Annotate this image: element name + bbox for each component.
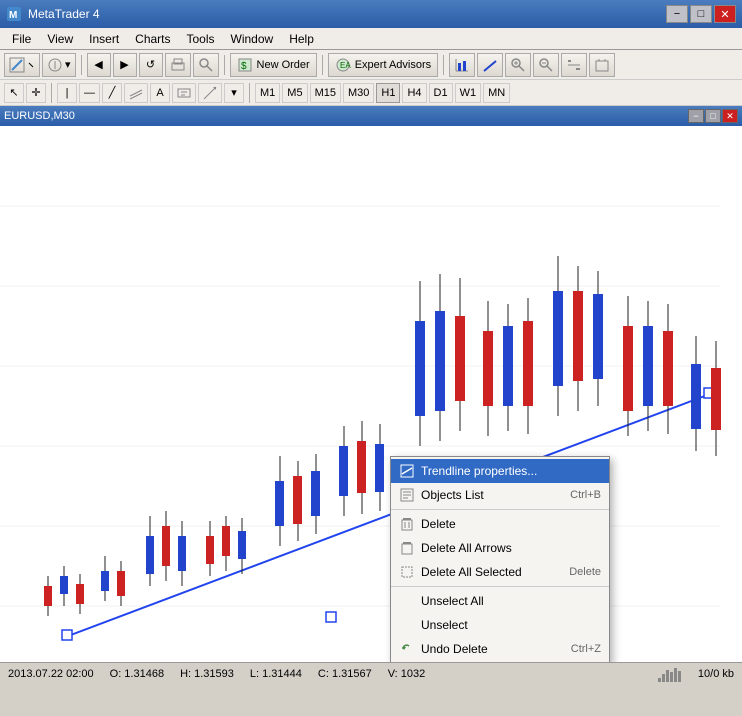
menu-insert[interactable]: Insert — [81, 30, 127, 48]
delete-selected-icon — [399, 564, 415, 580]
tf-h4[interactable]: H4 — [402, 83, 426, 103]
expert-advisors-button[interactable]: EA Expert Advisors — [328, 53, 438, 77]
toolbar-forward[interactable]: ▶ — [113, 53, 137, 77]
tool-text[interactable]: A — [150, 83, 170, 103]
ctx-delete-all-arrows[interactable]: Delete All Arrows — [391, 536, 609, 560]
ctx-sep-2 — [391, 586, 609, 587]
minimize-button[interactable]: − — [666, 5, 688, 23]
tf-w1[interactable]: W1 — [455, 83, 482, 103]
menu-file[interactable]: File — [4, 30, 39, 48]
status-open: O: 1.31468 — [110, 668, 164, 680]
menu-view[interactable]: View — [39, 30, 81, 48]
undo-icon — [399, 641, 415, 657]
toolbar-zoom[interactable] — [193, 53, 219, 77]
status-filesize: 10/0 kb — [698, 668, 734, 680]
close-button[interactable]: ✕ — [714, 5, 736, 23]
menu-window[interactable]: Window — [223, 30, 282, 48]
toolbar-sep-4 — [443, 55, 444, 75]
tool-trendline[interactable]: ╱ — [102, 83, 122, 103]
tf-sep-2 — [249, 83, 250, 103]
ctx-trendline-properties[interactable]: Trendline properties... — [391, 459, 609, 483]
title-bar-controls: − □ ✕ — [666, 5, 736, 23]
tool-crosshair[interactable]: ✛ — [26, 83, 46, 103]
toolbar-zoom-in[interactable] — [505, 53, 531, 77]
svg-text:$: $ — [241, 61, 247, 72]
svg-text:M: M — [9, 10, 17, 21]
toolbar-sep-3 — [322, 55, 323, 75]
toolbar-print[interactable] — [165, 53, 191, 77]
tf-toolbar: ↖ ✛ | — ╱ A ▾ M1 M5 M15 M30 H1 H4 D1 W1 … — [0, 80, 742, 106]
toolbar-chart-2[interactable] — [477, 53, 503, 77]
tf-m5[interactable]: M5 — [282, 83, 307, 103]
inner-close[interactable]: ✕ — [722, 109, 738, 123]
chart-svg — [0, 126, 742, 662]
new-order-button[interactable]: $ New Order — [230, 53, 317, 77]
inner-window-label: EURUSD,M30 — [4, 110, 75, 122]
tf-d1[interactable]: D1 — [429, 83, 453, 103]
tf-h1[interactable]: H1 — [376, 83, 400, 103]
toolbar-btn-2[interactable]: ▾ — [42, 53, 76, 77]
tf-m15[interactable]: M15 — [310, 83, 341, 103]
menu-help[interactable]: Help — [281, 30, 322, 48]
tool-color[interactable]: ▾ — [224, 83, 244, 103]
tool-vline[interactable]: | — [57, 83, 77, 103]
status-low: L: 1.31444 — [250, 668, 302, 680]
tool-label[interactable] — [172, 83, 196, 103]
chart-icon — [399, 463, 415, 479]
tf-sep-1 — [51, 83, 52, 103]
ctx-sep-1 — [391, 509, 609, 510]
toolbar-zoom-out[interactable] — [533, 53, 559, 77]
chart-area[interactable]: Trendline properties... Objects List Ctr… — [0, 126, 742, 662]
toolbar-template[interactable] — [589, 53, 615, 77]
title-bar-left: M MetaTrader 4 — [6, 6, 100, 22]
title-bar: M MetaTrader 4 − □ ✕ — [0, 0, 742, 28]
delete-arrows-icon — [399, 540, 415, 556]
tool-cursor[interactable]: ↖ — [4, 83, 24, 103]
menu-charts[interactable]: Charts — [127, 30, 178, 48]
toolbar-back[interactable]: ◀ — [87, 53, 111, 77]
inner-minimize[interactable]: − — [688, 109, 704, 123]
ctx-unselect-all[interactable]: Unselect All — [391, 589, 609, 613]
main-toolbar: ▾ ◀ ▶ ↺ $ New Order EA Expert Advisors — [0, 50, 742, 80]
status-volume: V: 1032 — [388, 668, 426, 680]
ctx-undo-delete[interactable]: Undo Delete Ctrl+Z — [391, 637, 609, 661]
ctx-unselect[interactable]: Unselect — [391, 613, 609, 637]
app-icon: M — [6, 6, 22, 22]
maximize-button[interactable]: □ — [690, 5, 712, 23]
volume-icon — [658, 666, 682, 682]
menu-tools[interactable]: Tools — [179, 30, 223, 48]
toolbar-chart-1[interactable] — [449, 53, 475, 77]
inner-window-title: EURUSD,M30 − □ ✕ — [0, 106, 742, 126]
unselect-icon — [399, 617, 415, 633]
toolbar-sep-1 — [81, 55, 82, 75]
delete-icon — [399, 516, 415, 532]
toolbar-period-sep[interactable] — [561, 53, 587, 77]
title-bar-text: MetaTrader 4 — [28, 7, 100, 21]
svg-text:EA: EA — [340, 61, 351, 70]
inner-window-controls: − □ ✕ — [688, 109, 738, 123]
tf-m1[interactable]: M1 — [255, 83, 280, 103]
tf-m30[interactable]: M30 — [343, 83, 374, 103]
tool-channel[interactable] — [124, 83, 148, 103]
tool-arrow[interactable] — [198, 83, 222, 103]
toolbar-btn-1[interactable] — [4, 53, 40, 77]
inner-restore[interactable]: □ — [705, 109, 721, 123]
status-close: C: 1.31567 — [318, 668, 372, 680]
menu-bar: File View Insert Charts Tools Window Hel… — [0, 28, 742, 50]
status-bar: 2013.07.22 02:00 O: 1.31468 H: 1.31593 L… — [0, 662, 742, 684]
unselect-all-icon — [399, 593, 415, 609]
status-datetime: 2013.07.22 02:00 — [8, 668, 94, 680]
status-high: H: 1.31593 — [180, 668, 234, 680]
toolbar-sep-2 — [224, 55, 225, 75]
ctx-delete-all-selected[interactable]: Delete All Selected Delete — [391, 560, 609, 584]
toolbar-refresh[interactable]: ↺ — [139, 53, 163, 77]
tf-mn[interactable]: MN — [483, 83, 510, 103]
ctx-objects-list[interactable]: Objects List Ctrl+B — [391, 483, 609, 507]
context-menu: Trendline properties... Objects List Ctr… — [390, 456, 610, 662]
ctx-delete[interactable]: Delete — [391, 512, 609, 536]
list-icon — [399, 487, 415, 503]
tool-hline[interactable]: — — [79, 83, 100, 103]
